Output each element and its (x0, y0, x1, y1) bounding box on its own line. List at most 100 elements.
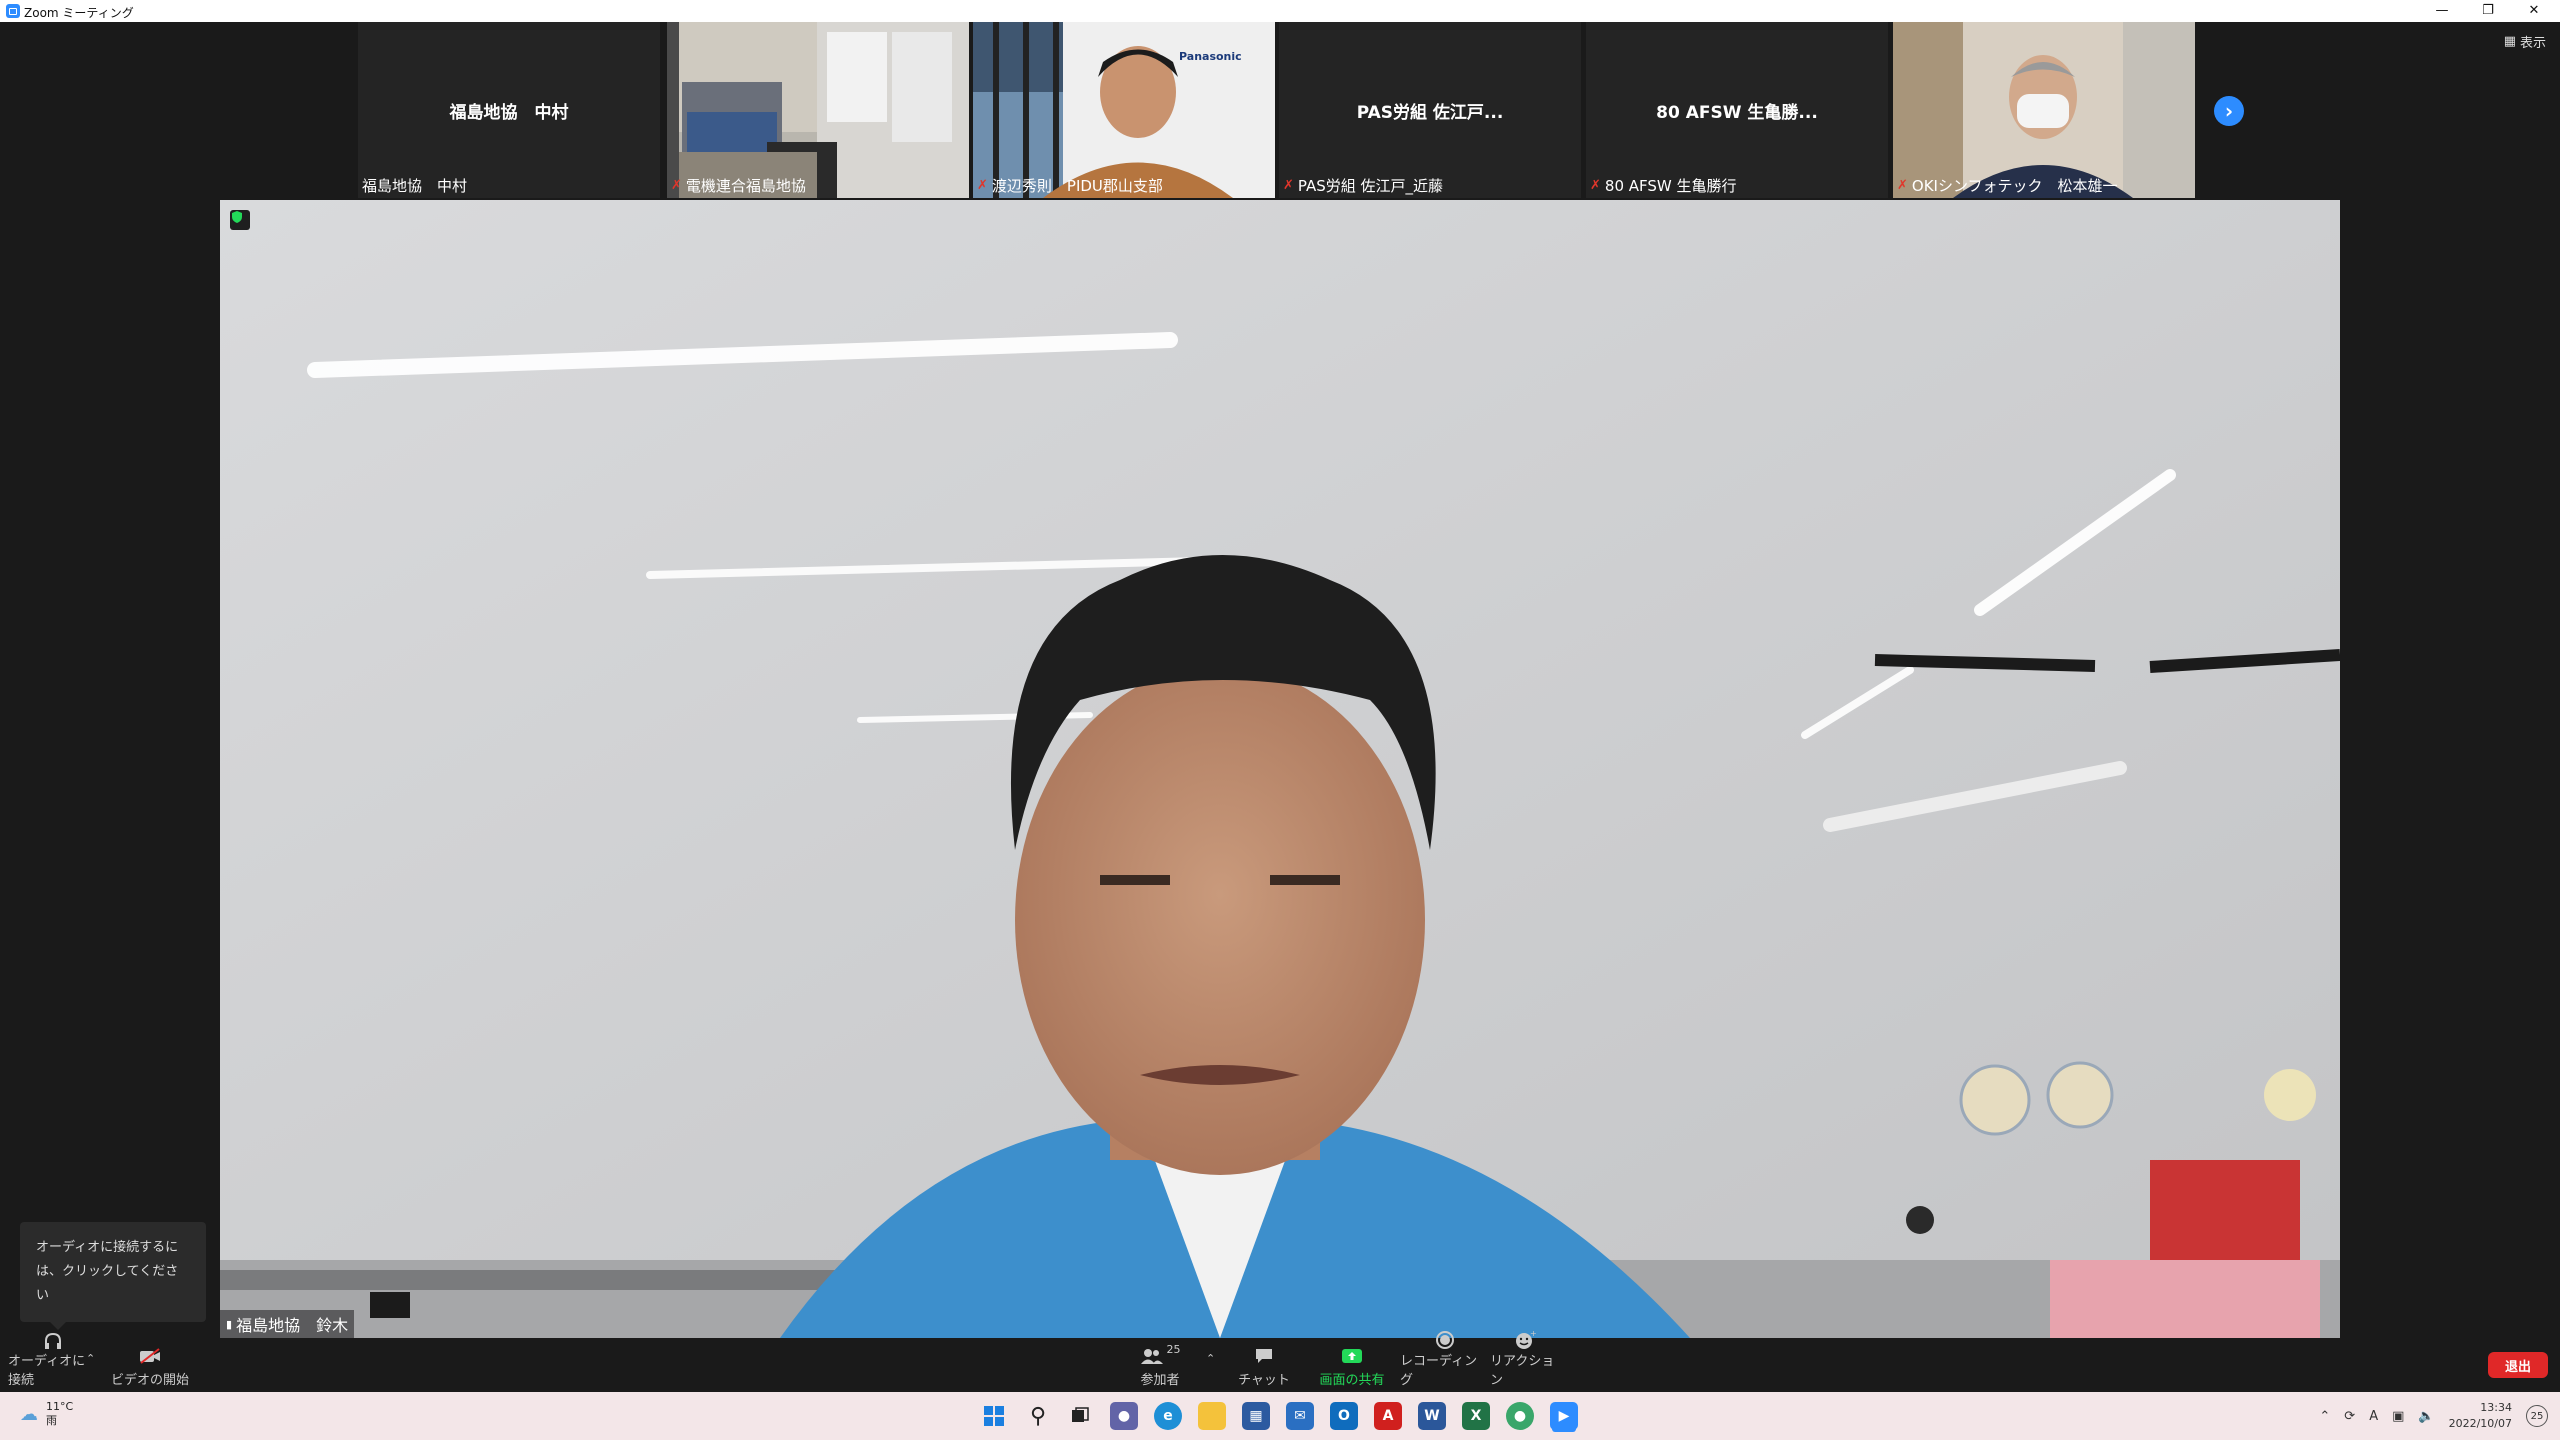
start-video-button[interactable]: ビデオの開始 (110, 1340, 190, 1392)
minimize-button[interactable]: — (2420, 0, 2464, 22)
meeting-toolbar: オーディオに接続 ⌃ ビデオの開始 25 参加者 ⌃ チャット 画面の共有 レコ… (0, 1330, 2560, 1392)
gallery-strip: ▦ 表示 福島地協 中村 福島地協 中村 ✗ 電機連合福島地協 Panasoni… (0, 22, 2560, 198)
participant-label-text: OKIシンフォテック 松本雄一 (1911, 177, 2118, 195)
task-view-icon[interactable] (1066, 1402, 1094, 1430)
video-off-icon (139, 1343, 161, 1369)
chat-button[interactable]: チャット (1234, 1340, 1294, 1392)
audio-options-chevron-icon[interactable]: ⌃ (86, 1352, 95, 1365)
participant-name-center: PAS労組 佐江戸... (1356, 102, 1504, 123)
windows-taskbar: ☁ 11°C 雨 ⚲ ● e ▦ ✉ O A W X ● ▶ ⌃ ⟳ A ▣ 🔈… (0, 1392, 2560, 1440)
participant-label-text: 電機連合福島地協 (685, 177, 806, 195)
participant-tile[interactable]: ✗ 電機連合福島地協 (667, 22, 969, 198)
restore-button[interactable]: ❐ (2466, 0, 2510, 22)
view-label: 表示 (2519, 36, 2546, 51)
headphones-icon (43, 1332, 63, 1350)
record-icon (1435, 1330, 1455, 1350)
start-video-label: ビデオの開始 (110, 1373, 189, 1388)
participants-count: 25 (1166, 1343, 1181, 1356)
participant-label: ✗ PAS労組 佐江戸_近藤 (1283, 175, 1443, 196)
weather-condition: 雨 (46, 1414, 57, 1427)
speaker-label-text: 福島地協 鈴木 (236, 1316, 349, 1335)
audio-tooltip[interactable]: オーディオに接続するには、クリックしてください (20, 1222, 206, 1330)
clock-time: 13:34 (2480, 1401, 2512, 1414)
muted-mic-icon: ✗ (1283, 178, 1294, 193)
participant-label: 福島地協 中村 (362, 175, 467, 196)
muted-mic-icon: ✗ (671, 178, 682, 193)
next-page-button[interactable]: › (2214, 96, 2244, 126)
participant-label: ✗ OKIシンフォテック 松本雄一 (1897, 175, 2118, 196)
chevron-right-icon: › (2224, 99, 2234, 123)
speaker-label: ▮ 福島地協 鈴木 (220, 1310, 355, 1338)
leave-button[interactable]: 退出 (2488, 1352, 2548, 1378)
participants-button[interactable]: 25 参加者 (1130, 1340, 1190, 1392)
participant-label: ✗ 渡辺秀則 PIDU郡山支部 (977, 175, 1163, 196)
file-explorer-icon[interactable] (1198, 1402, 1226, 1430)
sync-icon[interactable]: ⟳ (2344, 1409, 2355, 1424)
outlook-icon[interactable]: O (1330, 1402, 1358, 1430)
record-label: レコーディング (1400, 1354, 1478, 1388)
close-button[interactable]: ✕ (2512, 0, 2556, 22)
join-audio-button[interactable]: オーディオに接続 (8, 1332, 98, 1392)
participant-tile[interactable]: ✗ OKIシンフォテック 松本雄一 (1893, 22, 2195, 198)
grid-icon: ▦ (2503, 34, 2516, 49)
system-tray: ⌃ ⟳ A ▣ 🔈 13:34 2022/10/07 25 (2319, 1392, 2548, 1440)
participant-tile[interactable]: Panasonic ✗ 渡辺秀則 PIDU郡山支部 (973, 22, 1275, 198)
participants-icon: 25 (1140, 1343, 1181, 1369)
start-icon[interactable] (980, 1402, 1008, 1430)
share-screen-icon (1341, 1343, 1363, 1369)
acrobat-icon[interactable]: A (1374, 1402, 1402, 1430)
office-video-feed (667, 22, 969, 198)
muted-mic-icon: ✗ (977, 178, 988, 193)
view-button[interactable]: ▦ 表示 (2504, 32, 2546, 51)
word-icon[interactable]: W (1418, 1402, 1446, 1430)
window-title: Zoom ミーティング (24, 6, 134, 20)
reactions-button[interactable]: + リアクション (1490, 1330, 1560, 1392)
zoom-logo-icon (6, 4, 20, 18)
masked-person-video-feed (1893, 22, 2195, 198)
teams-chat-icon[interactable]: ● (1110, 1402, 1138, 1430)
participant-label: ✗ 電機連合福島地協 (671, 175, 806, 196)
shield-icon[interactable] (230, 210, 250, 230)
share-screen-button[interactable]: 画面の共有 (1312, 1340, 1392, 1392)
search-icon[interactable]: ⚲ (1024, 1402, 1052, 1430)
participant-name-center: 福島地協 中村 (449, 102, 569, 123)
participant-tile[interactable]: PAS労組 佐江戸... ✗ PAS労組 佐江戸_近藤 (1279, 22, 1581, 198)
backdrop-logo-text: Panasonic (1179, 50, 1242, 63)
weather-widget[interactable]: ☁ 11°C 雨 (20, 1400, 73, 1428)
store-icon[interactable]: ▦ (1242, 1402, 1270, 1430)
speaker-video-feed (220, 200, 2340, 1338)
globe-app-icon[interactable]: ● (1506, 1402, 1534, 1430)
edge-browser-icon[interactable]: e (1154, 1402, 1182, 1430)
participant-label-text: PAS労組 佐江戸_近藤 (1297, 177, 1444, 195)
clock[interactable]: 13:34 2022/10/07 (2449, 1400, 2512, 1432)
chevron-up-icon[interactable]: ⌃ (2319, 1409, 2330, 1424)
muted-mic-icon: ✗ (1897, 178, 1908, 193)
participant-label-text: 渡辺秀則 PIDU郡山支部 (991, 177, 1163, 195)
participants-label: 参加者 (1140, 1373, 1180, 1388)
network-icon[interactable]: ▣ (2392, 1409, 2404, 1424)
ime-indicator[interactable]: A (2369, 1409, 2378, 1424)
excel-icon[interactable]: X (1462, 1402, 1490, 1430)
participant-name-center: 80 AFSW 生亀勝... (1656, 102, 1818, 123)
join-audio-label: オーディオに接続 (8, 1354, 86, 1388)
virtual-background-video-feed (973, 22, 1275, 198)
chat-label: チャット (1238, 1373, 1290, 1388)
participant-label: ✗ 80 AFSW 生亀勝行 (1590, 175, 1737, 196)
clock-date: 2022/10/07 (2448, 1417, 2512, 1430)
participant-tile[interactable]: 80 AFSW 生亀勝... ✗ 80 AFSW 生亀勝行 (1586, 22, 1888, 198)
active-speaker-video: ▮ 福島地協 鈴木 (220, 200, 2340, 1338)
smiley-plus-icon: + (1514, 1330, 1536, 1350)
title-bar: Zoom ミーティング — ❐ ✕ (0, 0, 2560, 22)
zoom-taskbar-icon[interactable]: ▶ (1550, 1402, 1578, 1430)
notification-badge[interactable]: 25 (2526, 1405, 2548, 1427)
record-button[interactable]: レコーディング (1400, 1331, 1490, 1392)
chat-icon (1254, 1343, 1274, 1369)
participants-options-chevron-icon[interactable]: ⌃ (1206, 1352, 1215, 1365)
cloud-rain-icon: ☁ (20, 1403, 38, 1425)
participant-label-text: 福島地協 中村 (362, 177, 468, 195)
volume-icon[interactable]: 🔈 (2418, 1409, 2434, 1424)
weather-temp: 11°C (46, 1400, 74, 1413)
reactions-label: リアクション (1490, 1354, 1555, 1388)
mail-icon[interactable]: ✉ (1286, 1402, 1314, 1430)
participant-tile[interactable]: 福島地協 中村 福島地協 中村 (358, 22, 660, 198)
